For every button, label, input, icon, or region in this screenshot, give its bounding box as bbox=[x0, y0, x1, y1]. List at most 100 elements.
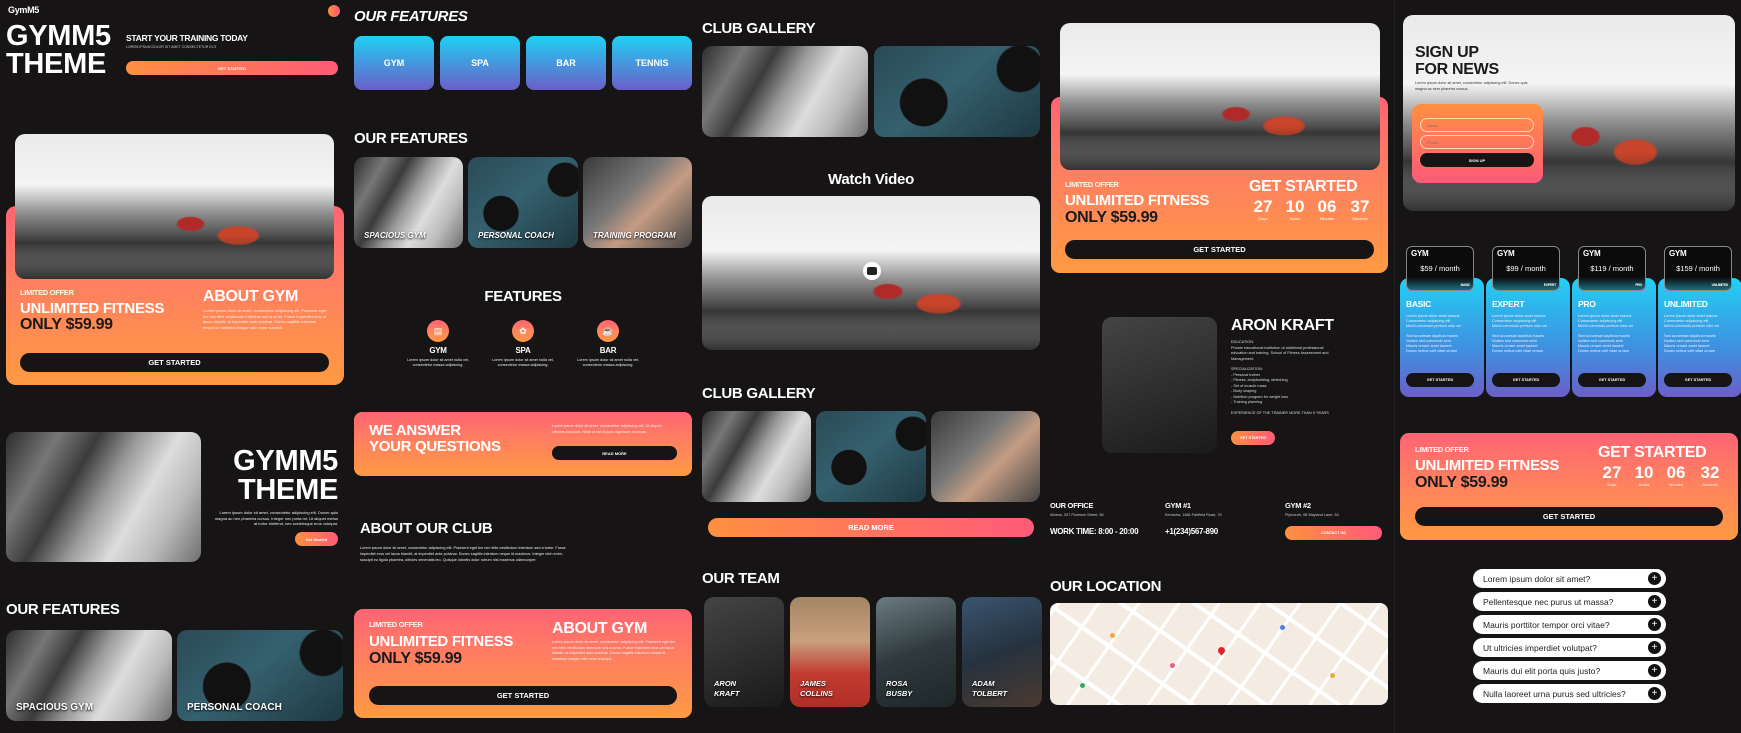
plan-feature-list: Lorem ipsum dolor amet mauris Consectetur… bbox=[1664, 314, 1740, 354]
plus-icon[interactable]: + bbox=[1648, 664, 1661, 677]
gallery-image[interactable] bbox=[874, 46, 1040, 137]
contact-us-button[interactable]: CONTACT US bbox=[1285, 526, 1382, 540]
tile-spa[interactable]: SPA bbox=[440, 36, 520, 90]
feature-card[interactable]: PERSONAL COACH bbox=[177, 630, 343, 721]
gallery-read-more-button[interactable]: READ MORE bbox=[708, 518, 1034, 537]
faq-item[interactable]: Lorem ipsum dolor sit amet? + bbox=[1473, 569, 1666, 588]
hero2-text: Lorem ipsum dolor sit amet, consectetur … bbox=[214, 510, 338, 526]
gym-photo bbox=[15, 134, 334, 279]
plus-icon[interactable]: + bbox=[1648, 687, 1661, 700]
gym1-address: Kenosha, 1486 Fairfield Road, 76 bbox=[1165, 513, 1222, 517]
office-address: Athens, 207 Florence Street, 56 bbox=[1050, 513, 1104, 517]
plus-icon[interactable]: + bbox=[1648, 595, 1661, 608]
price-header: GYM $119 / month PRO bbox=[1578, 246, 1646, 291]
plan-get-started-button[interactable]: GET STARTED bbox=[1578, 373, 1646, 387]
tile-tennis[interactable]: TENNIS bbox=[612, 36, 692, 90]
plan-name: UNLIMITED bbox=[1664, 299, 1708, 309]
team-member-name: ARON KRAFT bbox=[714, 679, 740, 698]
faq-item[interactable]: Mauris porttitor tempor orci vitae? + bbox=[1473, 615, 1666, 634]
gallery-image[interactable] bbox=[816, 411, 926, 502]
feature-caption: PERSONAL COACH bbox=[187, 702, 282, 713]
tile-gym[interactable]: GYM bbox=[354, 36, 434, 90]
offer-get-started-button[interactable]: GET STARTED bbox=[1065, 240, 1374, 259]
signup-button[interactable]: SIGN UP bbox=[1420, 153, 1534, 167]
countdown-title: GET STARTED bbox=[1249, 178, 1358, 195]
plus-icon[interactable]: + bbox=[1648, 618, 1661, 631]
tile-bar[interactable]: BAR bbox=[526, 36, 606, 90]
price-badge: EXPERT bbox=[1543, 283, 1557, 287]
feature-card[interactable]: SPACIOUS GYM bbox=[6, 630, 172, 721]
offer-title: UNLIMITED FITNESS bbox=[20, 300, 165, 317]
education-text: Private educational institution of addit… bbox=[1231, 345, 1329, 361]
offer-get-started-button[interactable]: GET STARTED bbox=[1415, 507, 1723, 526]
team-member-card[interactable]: JAMES COLLINS bbox=[790, 597, 870, 707]
phone-input[interactable] bbox=[1420, 135, 1534, 149]
faq-item[interactable]: Nulla laoreet urna purus sed ultricies? + bbox=[1473, 684, 1666, 703]
countdown-minutes: 06 Minutes bbox=[1666, 463, 1686, 488]
experience-text: EXPERIENCE OF THE TRAINER MORE THAN 5 YE… bbox=[1231, 410, 1329, 415]
feature-caption: TRAINING PROGRAM bbox=[593, 231, 676, 240]
price-label: GYM bbox=[1669, 249, 1687, 258]
hero2-title-line2: THEME bbox=[237, 474, 338, 506]
trainer-get-started-button[interactable]: GET STARTED bbox=[1231, 431, 1275, 445]
faq-banner-title-line1: WE ANSWER bbox=[369, 422, 461, 439]
team-member-card[interactable]: ROSA BUSBY bbox=[876, 597, 956, 707]
faq-item[interactable]: Ut ultricies imperdiet volutpat? + bbox=[1473, 638, 1666, 657]
offer-price: ONLY $59.99 bbox=[369, 650, 462, 667]
name-input[interactable] bbox=[1420, 118, 1534, 132]
price-value: $159 / month bbox=[1676, 264, 1720, 273]
brand-logo[interactable]: GymM5 bbox=[8, 5, 39, 15]
offer-get-started-button[interactable]: GET STARTED bbox=[20, 353, 329, 372]
team-member-name: ADAM TOLBERT bbox=[972, 679, 1008, 698]
price-header: GYM $159 / month UNLIMITED bbox=[1664, 246, 1732, 291]
map-pin-icon[interactable] bbox=[1216, 645, 1227, 656]
photo-features-title: OUR FEATURES bbox=[354, 130, 468, 147]
offer-get-started-button[interactable]: GET STARTED bbox=[369, 686, 677, 705]
feature-caption: SPACIOUS GYM bbox=[16, 702, 94, 713]
team-member-card[interactable]: ADAM TOLBERT bbox=[962, 597, 1042, 707]
hero2-get-started-button[interactable]: Get Started bbox=[295, 532, 338, 546]
read-more-button[interactable]: READ MORE bbox=[552, 446, 677, 460]
plus-icon[interactable]: + bbox=[1648, 641, 1661, 654]
plan-name: PRO bbox=[1578, 299, 1596, 309]
hero2-title-line1: GYMM5 bbox=[233, 445, 338, 477]
map-poi-icon bbox=[1170, 663, 1175, 668]
video-title: Watch Video bbox=[828, 171, 914, 188]
price-badge: PRO bbox=[1635, 283, 1642, 287]
faq-banner-title-line2: YOUR QUESTIONS bbox=[369, 438, 501, 455]
about-gym-text: Lorem ipsum dolor sit amet, consectetur … bbox=[203, 308, 327, 330]
feature-photo-card[interactable]: TRAINING PROGRAM bbox=[583, 157, 692, 248]
menu-toggle-icon[interactable] bbox=[328, 5, 340, 17]
signup-title-line2: FOR NEWS bbox=[1415, 61, 1499, 78]
plus-icon[interactable]: + bbox=[1648, 572, 1661, 585]
video-player[interactable] bbox=[702, 196, 1040, 350]
gallery-image[interactable] bbox=[702, 46, 868, 137]
offer-kicker: LIMITED OFFER bbox=[369, 620, 423, 629]
plan-get-started-button[interactable]: GET STARTED bbox=[1492, 373, 1560, 387]
gallery-image[interactable] bbox=[702, 411, 811, 502]
price-header: GYM $99 / month EXPERT bbox=[1492, 246, 1560, 291]
faq-item[interactable]: Mauris dui elit porta quis justo? + bbox=[1473, 661, 1666, 680]
faq-question: Mauris dui elit porta quis justo? bbox=[1483, 665, 1601, 676]
phone-number[interactable]: +1(234)567-890 bbox=[1165, 527, 1218, 536]
offer-kicker: LIMITED OFFER bbox=[20, 288, 74, 297]
countdown-minutes: 06 Minutes bbox=[1317, 197, 1337, 222]
team-member-card[interactable]: ARON KRAFT bbox=[704, 597, 784, 707]
dumbbell-photo bbox=[6, 432, 201, 562]
play-button[interactable] bbox=[863, 262, 881, 280]
location-map[interactable] bbox=[1050, 603, 1388, 705]
plan-get-started-button[interactable]: GET STARTED bbox=[1406, 373, 1474, 387]
gym2-title: GYM #2 bbox=[1285, 501, 1311, 510]
gallery-image[interactable] bbox=[931, 411, 1040, 502]
plan-get-started-button[interactable]: GET STARTED bbox=[1664, 373, 1732, 387]
feature-caption: PERSONAL COACH bbox=[478, 231, 554, 240]
countdown-days: 27 Days bbox=[1602, 463, 1622, 488]
countdown-hours: 10 Hours bbox=[1285, 197, 1305, 222]
feature-photo-card[interactable]: PERSONAL COACH bbox=[468, 157, 578, 248]
map-poi-icon bbox=[1080, 683, 1085, 688]
plan-feature-list: Lorem ipsum dolor amet mauris Consectetur… bbox=[1492, 314, 1568, 354]
feature-photo-card[interactable]: SPACIOUS GYM bbox=[354, 157, 463, 248]
feature-caption: SPACIOUS GYM bbox=[364, 231, 426, 240]
hero-get-started-button[interactable]: GET STARTED bbox=[126, 61, 338, 75]
faq-item[interactable]: Pellentesque nec purus ut massa? + bbox=[1473, 592, 1666, 611]
